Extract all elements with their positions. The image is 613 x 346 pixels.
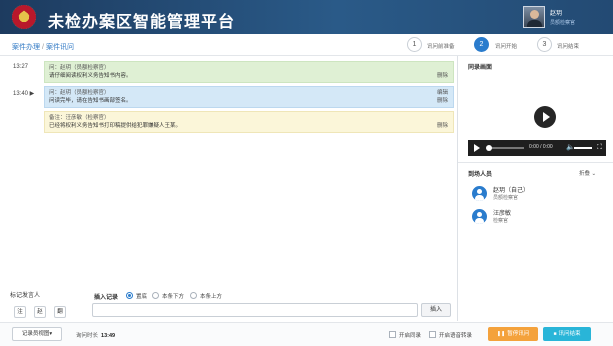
pause-interrogation-button[interactable]: ❚❚ 暂停讯问 (488, 327, 538, 341)
progress-track[interactable] (488, 147, 524, 149)
transcript-panel: 13:27 问：赵玥（员额检察官） 请仔细阅读权利义务告知书内容。 删除 13:… (0, 56, 455, 286)
end-label: 讯问结束 (558, 331, 581, 337)
entry-time: 13:27 (13, 64, 29, 70)
radio-below[interactable] (152, 292, 159, 299)
voice-transcribe-label[interactable]: 开启语音转录 (439, 331, 472, 339)
entry-speaker: 问：赵玥（员额检察官） (49, 65, 110, 71)
edit-button[interactable]: 编辑 (437, 89, 448, 97)
sync-recording-checkbox[interactable] (389, 331, 396, 338)
section-divider (458, 162, 613, 163)
breadcrumb-current: 案件讯问 (45, 44, 74, 51)
pause-icon: ❚❚ (496, 331, 506, 337)
procuratorate-emblem-icon (12, 5, 36, 29)
collapse-toggle[interactable]: 折叠 ⌄ (579, 169, 596, 177)
entry-content: 请仔细阅读权利义务告知书内容。 (49, 73, 132, 79)
app-title: 未检办案区智能管理平台 (48, 14, 236, 31)
attendees-title: 到场人员 (468, 172, 493, 178)
person-name: 赵玥（自己） (493, 188, 530, 194)
entry-content: 问读完毕，请在告知书画部签名。 (49, 98, 132, 104)
duration-label: 询问时长 (76, 333, 99, 339)
user-name[interactable]: 赵玥 (550, 8, 562, 17)
step-3-label: 讯问结束 (557, 44, 580, 50)
stop-icon: ■ (553, 331, 557, 337)
video-controls: 0:00 / 0:00 🔈 ⛶ (468, 140, 606, 156)
radio-bottom[interactable] (126, 292, 133, 299)
recording-title: 同录画面 (468, 65, 493, 71)
radio-below-label[interactable]: 本条下方 (162, 292, 184, 300)
duration-display: 询问时长 13:49 (76, 331, 115, 339)
volume-slider[interactable] (574, 147, 592, 149)
breadcrumb-separator: / (42, 44, 44, 51)
progress-knob[interactable] (486, 145, 492, 151)
person-avatar-icon (472, 186, 487, 201)
speaker-button[interactable]: 翻 (54, 306, 66, 318)
view-switch-button[interactable]: 记录员视图▾ (12, 327, 62, 341)
video-time: 0:00 / 0:00 (529, 144, 553, 150)
person-name: 汪彦敏 (493, 211, 512, 217)
fullscreen-icon[interactable]: ⛶ (597, 143, 602, 153)
side-panel: 同录画面 0:00 / 0:00 🔈 ⛶ 到场人员 折叠 ⌄ 赵玥（自己） 员额… (457, 56, 613, 321)
speaker-label: 标记发言人 (10, 293, 41, 299)
app-header: 未检办案区智能管理平台 赵玥 员额检察官 (0, 0, 613, 34)
note-author: 备注：汪彦敏（检察官） (49, 115, 110, 121)
transcript-entry[interactable]: 问：赵玥（员额检察官） 请仔细阅读权利义务告知书内容。 删除 (44, 61, 454, 83)
delete-button[interactable]: 删除 (437, 122, 448, 130)
video-play-icon[interactable] (534, 106, 556, 128)
end-interrogation-button[interactable]: ■ 讯问结束 (543, 327, 591, 341)
person-role: 员额检察官 (493, 195, 519, 201)
recording-video[interactable] (468, 72, 606, 176)
person-role: 检察官 (493, 218, 509, 224)
breadcrumb-root[interactable]: 案件办理 (12, 44, 40, 51)
record-input[interactable] (92, 303, 418, 317)
step-1-label: 讯问前准备 (427, 44, 455, 50)
speaker-button[interactable]: 赵 (34, 306, 46, 318)
voice-transcribe-checkbox[interactable] (429, 331, 436, 338)
control-play-icon[interactable] (474, 144, 480, 152)
delete-button[interactable]: 删除 (437, 97, 448, 105)
entry-speaker: 问：赵玥（员额检察官） (49, 90, 110, 96)
step-1-number: 1 (407, 37, 422, 52)
insert-button[interactable]: 插入 (421, 303, 451, 317)
footer-bar: 记录员视图▾ 询问时长 13:49 开启同录 开启语音转录 ❚❚ 暂停讯问 ■ 讯问结… (0, 322, 613, 346)
duration-value: 13:49 (101, 333, 116, 339)
breadcrumb: 案件办理 / 案件讯问 (12, 42, 74, 52)
radio-above[interactable] (190, 292, 197, 299)
step-2-label: 讯问开始 (495, 44, 518, 50)
sync-recording-label[interactable]: 开启同录 (399, 331, 421, 339)
step-3-number: 3 (537, 37, 552, 52)
note-content: 已经将权利义务告知书打印稿提供给犯罪嫌疑人王某。 (49, 123, 182, 129)
user-role: 员额检察官 (550, 20, 576, 26)
user-avatar[interactable] (523, 6, 545, 28)
transcript-entry[interactable]: 问：赵玥（员额检察官） 问读完毕，请在告知书画部签名。 编辑 删除 (44, 86, 454, 108)
radio-above-label[interactable]: 本条上方 (200, 292, 222, 300)
radio-bottom-label[interactable]: 置底 (136, 292, 147, 300)
speaker-button[interactable]: 注 (14, 306, 26, 318)
step-2-number: 2 (474, 37, 489, 52)
pause-label: 暂停讯问 (507, 331, 530, 337)
breadcrumb-bar: 案件办理 / 案件讯问 1 讯问前准备 2 讯问开始 3 讯问结束 (0, 34, 613, 56)
person-avatar-icon (472, 209, 487, 224)
transcript-note[interactable]: 备注：汪彦敏（检察官） 已经将权利义务告知书打印稿提供给犯罪嫌疑人王某。 删除 (44, 111, 454, 133)
insert-label: 插入记录 (94, 295, 119, 301)
delete-button[interactable]: 删除 (437, 72, 448, 80)
entry-time: 13:40 ▶ (13, 91, 35, 97)
